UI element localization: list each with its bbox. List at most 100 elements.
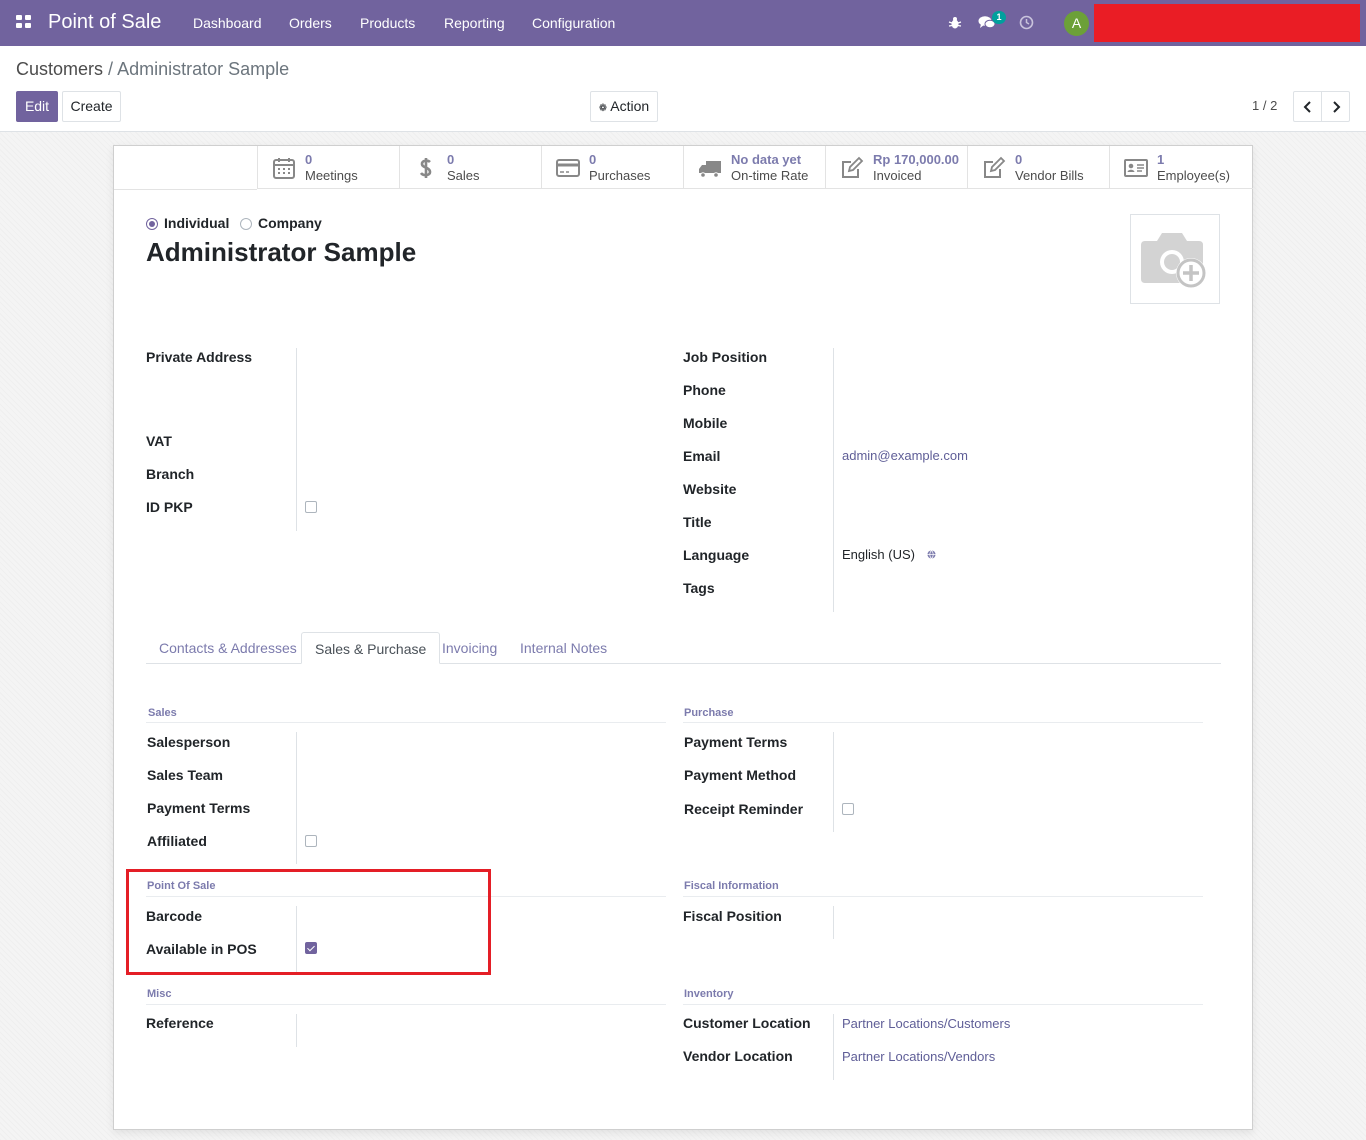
stat-bar-divider [114, 189, 257, 190]
affiliated-checkbox[interactable] [305, 835, 317, 847]
sales-team-label: Sales Team [147, 767, 224, 783]
fiscal-group-divider [833, 906, 834, 939]
mobile-label: Mobile [683, 415, 728, 431]
globe-icon[interactable] [927, 550, 936, 559]
purchase-section-title: Purchase [684, 707, 734, 719]
user-avatar[interactable]: A [1064, 11, 1089, 36]
menu-configuration[interactable]: Configuration [532, 15, 615, 31]
camera-add-icon [1141, 233, 1206, 288]
pager-previous-button[interactable] [1293, 91, 1322, 122]
payment-method-label: Payment Method [684, 767, 797, 783]
stat-vendor-bills-button[interactable]: 0 Vendor Bills [967, 146, 1109, 189]
fiscal-section-line [683, 896, 1203, 897]
stat-label: Vendor Bills [1015, 168, 1084, 183]
vendor-location-label: Vendor Location [683, 1048, 793, 1064]
create-button[interactable]: Create [62, 91, 121, 122]
stat-label: Invoiced [873, 168, 922, 183]
sales-group-divider [296, 732, 297, 864]
id-pkp-label: ID PKP [146, 499, 193, 515]
sales-payment-terms-label: Payment Terms [147, 800, 251, 816]
stat-value: No data yet [731, 152, 802, 167]
menu-reporting[interactable]: Reporting [444, 15, 505, 31]
language-label: Language [683, 547, 750, 563]
branch-label: Branch [146, 466, 195, 482]
tab-sales-purchase[interactable]: Sales & Purchase [301, 632, 441, 664]
tab-contacts-addresses[interactable]: Contacts & Addresses [146, 632, 310, 664]
fiscal-section-title: Fiscal Information [684, 880, 779, 892]
app-title[interactable]: Point of Sale [48, 11, 161, 34]
dollar-icon [419, 158, 432, 178]
partner-name: Administrator Sample [146, 237, 417, 267]
stat-label: Purchases [589, 168, 651, 183]
purchase-payment-terms-label: Payment Terms [684, 734, 788, 750]
language-value: English (US) [842, 547, 915, 562]
title-label: Title [683, 514, 712, 530]
company-radio[interactable] [240, 218, 252, 230]
redacted-user-name [1094, 4, 1360, 42]
sales-section-title: Sales [148, 707, 177, 719]
right-group-divider [833, 348, 834, 612]
breadcrumb: Customers / Administrator Sample [16, 59, 289, 80]
sales-section-line [146, 722, 666, 723]
stat-invoiced-button[interactable]: Rp 170,000.00 Invoiced [825, 146, 967, 189]
control-panel: Customers / Administrator Sample Edit Cr… [0, 46, 1366, 132]
id-pkp-checkbox[interactable] [305, 501, 317, 513]
action-button[interactable]: ❁ Action [590, 91, 658, 122]
stat-purchases-button[interactable]: 0 Purchases [541, 146, 683, 189]
gear-icon: ❁ [598, 103, 608, 114]
stat-value: 0 [1015, 152, 1023, 167]
individual-radio[interactable] [146, 218, 158, 230]
calendar-icon [273, 158, 295, 179]
stat-meetings-button[interactable]: 0 Meetings [257, 146, 399, 189]
website-label: Website [683, 481, 737, 497]
pager-value[interactable]: 1 / 2 [1252, 98, 1277, 113]
menu-dashboard[interactable]: Dashboard [193, 15, 262, 31]
credit-card-icon [556, 159, 580, 177]
stat-value: 0 [305, 152, 313, 167]
phone-label: Phone [683, 382, 726, 398]
customer-location-value[interactable]: Partner Locations/Customers [842, 1016, 1010, 1031]
partner-image[interactable] [1130, 214, 1220, 304]
stat-value: Rp 170,000.00 [873, 152, 960, 167]
stat-ontime-rate-button[interactable]: No data yet On-time Rate [683, 146, 825, 189]
bug-icon[interactable] [948, 16, 962, 30]
edit-icon [842, 156, 864, 178]
misc-section-title: Misc [147, 988, 172, 1000]
stat-value: 1 [1157, 152, 1165, 167]
email-value[interactable]: admin@example.com [842, 448, 968, 463]
fiscal-position-label: Fiscal Position [683, 908, 782, 924]
stat-value: 0 [589, 152, 597, 167]
clock-icon[interactable] [1019, 15, 1034, 30]
apps-menu-icon[interactable] [16, 15, 32, 29]
id-card-icon [1124, 159, 1148, 177]
stat-employees-button[interactable]: 1 Employee(s) [1109, 146, 1253, 189]
receipt-reminder-checkbox[interactable] [842, 803, 854, 815]
receipt-reminder-label: Receipt Reminder [684, 801, 804, 817]
action-label: Action [610, 98, 650, 114]
breadcrumb-separator: / [108, 59, 114, 79]
email-label: Email [683, 448, 721, 464]
individual-label[interactable]: Individual [164, 215, 229, 231]
pager-next-button[interactable] [1321, 91, 1350, 122]
job-position-label: Job Position [683, 349, 767, 365]
stat-label: On-time Rate [731, 168, 809, 183]
messages-badge: 1 [992, 11, 1006, 24]
chevron-right-icon [1332, 101, 1340, 113]
stat-label: Sales [447, 168, 480, 183]
menu-products[interactable]: Products [360, 15, 415, 31]
salesperson-label: Salesperson [147, 734, 231, 750]
edit-button[interactable]: Edit [16, 91, 58, 122]
vendor-location-value[interactable]: Partner Locations/Vendors [842, 1049, 995, 1064]
stat-sales-button[interactable]: 0 Sales [399, 146, 541, 189]
breadcrumb-customers[interactable]: Customers [16, 59, 103, 79]
left-group-divider [296, 348, 297, 531]
tab-invoicing[interactable]: Invoicing [429, 632, 510, 664]
purchase-section-line [683, 722, 1203, 723]
top-navbar: Point of Sale Dashboard Orders Products … [0, 0, 1366, 46]
breadcrumb-current: Administrator Sample [117, 59, 290, 79]
tab-internal-notes[interactable]: Internal Notes [507, 632, 620, 664]
vat-label: VAT [146, 433, 172, 449]
menu-orders[interactable]: Orders [289, 15, 332, 31]
company-label[interactable]: Company [258, 215, 322, 231]
inventory-group-divider [833, 1014, 834, 1080]
